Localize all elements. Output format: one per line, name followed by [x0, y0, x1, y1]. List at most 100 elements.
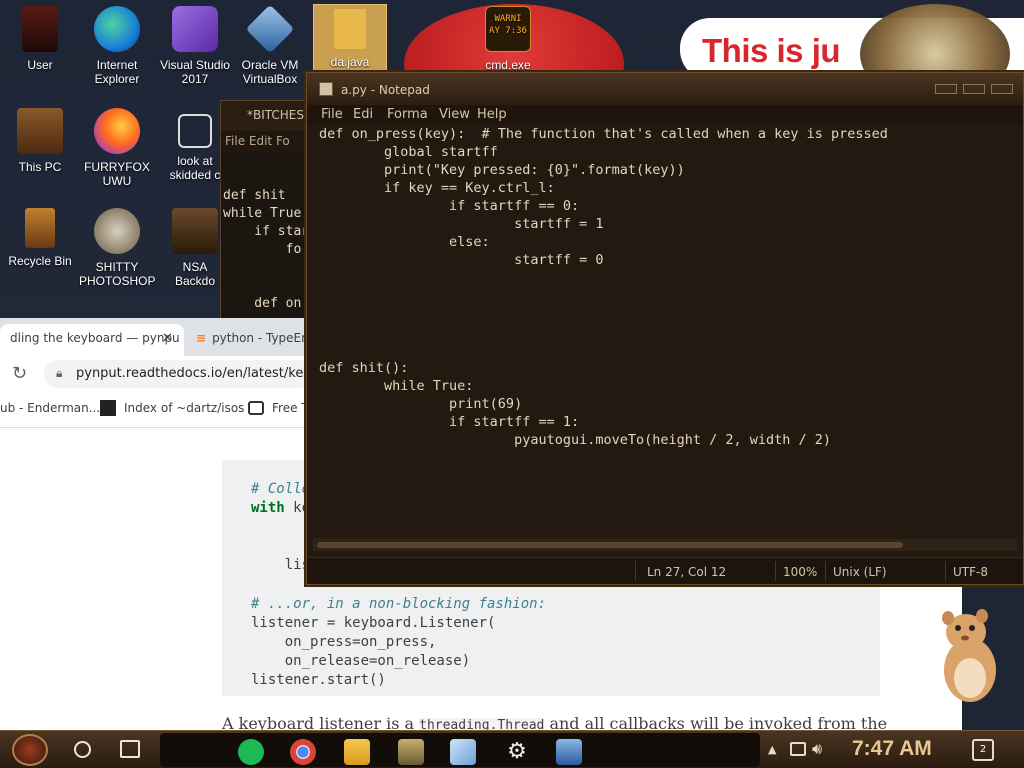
taskbar: ⚙ ▲ 🔊︎ 7:47 AM 2: [0, 730, 1024, 768]
desktop-icon-furryfox[interactable]: FURRYFOX UWU: [79, 108, 155, 188]
desktop-icon-label: Visual Studio 2017: [160, 58, 230, 86]
bookmark-favicon-icon: [100, 400, 116, 416]
status-zoom: 100%: [783, 565, 818, 579]
settings-icon[interactable]: ⚙: [504, 739, 530, 765]
taskbar-app-area: ⚙: [160, 733, 760, 767]
menu-help[interactable]: Help: [477, 107, 507, 122]
bookmark-favicon-icon: [248, 401, 264, 415]
desktop-icon-label: Oracle VM VirtualBox: [241, 58, 299, 86]
shortcut-copy-icon: [178, 114, 212, 148]
game-icon[interactable]: [398, 739, 424, 765]
status-cursor-position: Ln 27, Col 12: [647, 565, 727, 579]
background-notepad-menubar[interactable]: File Edit Fo: [221, 131, 319, 153]
menu-view[interactable]: View: [439, 107, 470, 122]
desktop-icon-user[interactable]: User: [2, 6, 78, 72]
code-comment-nonblocking: # ...or, in a non-blocking fashion:: [251, 595, 546, 614]
visual-studio-icon: [172, 6, 218, 52]
desktop-icon-label: User: [27, 58, 53, 72]
address-bar[interactable]: 🔒︎ pynput.readthedocs.io/en/latest/keyb: [44, 360, 314, 388]
menu-edit[interactable]: Edi: [353, 107, 373, 122]
desktop-icon-label: FURRYFOX UWU: [84, 160, 150, 188]
code-comment: # ...or, in a non-blocking fashion:: [251, 596, 547, 612]
maximize-button[interactable]: [963, 84, 985, 94]
computer-icon: [17, 108, 63, 154]
menu-file[interactable]: File: [321, 107, 343, 122]
notepad-menubar: File Edi Forma View Help: [307, 105, 1023, 125]
tray-chevron-icon[interactable]: ▲: [768, 743, 776, 756]
edge-icon: [94, 6, 140, 52]
firefox-icon: [94, 108, 140, 154]
desktop-icon-visual-studio[interactable]: Visual Studio 2017: [157, 6, 233, 86]
status-divider: [825, 561, 826, 581]
desktop-icon-label: Recycle Bin: [8, 254, 72, 268]
search-circle-icon[interactable]: [74, 741, 91, 758]
code-keyword-with: with: [251, 500, 285, 516]
close-button[interactable]: [991, 84, 1013, 94]
gimp-icon: [94, 208, 140, 254]
task-view-icon[interactable]: [120, 740, 140, 758]
cmd-icon: WARNI AY 7:36: [485, 6, 531, 52]
browser-tab-stackoverflow[interactable]: ≡ python - TypeErr: [186, 324, 306, 356]
horizontal-scrollbar[interactable]: [313, 539, 1017, 551]
minimize-button[interactable]: [935, 84, 957, 94]
notepad-app-icon: [319, 82, 333, 96]
status-divider: [635, 561, 636, 581]
code-with-line: with ke: [251, 499, 310, 518]
background-notepad-title: *BITCHES.p: [221, 101, 319, 131]
desktop-icon-virtualbox[interactable]: Oracle VM VirtualBox: [232, 4, 308, 86]
hamster-mascot-icon: [942, 609, 996, 702]
bookmark-item[interactable]: ub - Enderman...: [0, 401, 100, 415]
status-encoding: UTF-8: [953, 565, 988, 579]
notepad-icon[interactable]: [450, 739, 476, 765]
start-button[interactable]: [12, 734, 48, 766]
reload-icon[interactable]: ↻: [12, 363, 27, 384]
desktop-icon-cmd[interactable]: WARNI AY 7:36 cmd.exe: [470, 6, 546, 72]
tab-close-icon[interactable]: ✕: [162, 331, 173, 346]
tab-title: python - TypeErr: [212, 331, 306, 345]
notification-center-icon[interactable]: 2: [972, 739, 994, 761]
scrollbar-thumb[interactable]: [317, 542, 903, 548]
status-divider: [945, 561, 946, 581]
bookmark-item[interactable]: Index of ~dartz/isos: [124, 401, 244, 415]
desktop-icon-label: This PC: [18, 160, 62, 174]
notepad-window[interactable]: a.py - Notepad File Edi Forma View Help …: [306, 72, 1024, 585]
wallpaper-banner-text: This is ju: [702, 32, 841, 69]
taskbar-clock[interactable]: 7:47 AM: [852, 737, 932, 761]
chrome-icon[interactable]: [290, 739, 316, 765]
desktop-icon-da-java[interactable]: da.java: [313, 4, 387, 74]
nsa-app-icon: [172, 208, 218, 254]
tab-title: dling the keyboard — pynpu: [10, 331, 180, 345]
desktop-icon-label: cmd.exe: [485, 58, 531, 72]
user-icon: [22, 6, 58, 52]
file-explorer-icon[interactable]: [344, 739, 370, 765]
stackoverflow-icon: ≡: [196, 331, 207, 345]
spotify-icon[interactable]: [238, 739, 264, 765]
desktop-icon-shitty-photoshop[interactable]: SHITTY PHOTOSHOP: [79, 208, 155, 288]
code-comment-collect: # Colle: [251, 480, 310, 499]
status-divider: [775, 561, 776, 581]
notepad-statusbar: Ln 27, Col 12 100% Unix (LF) UTF-8: [307, 557, 1023, 584]
browser-tab-active[interactable]: dling the keyboard — pynpu: [0, 324, 184, 356]
bookmarks-bar: ub - Enderman... Index of ~dartz/isos Fr…: [0, 392, 312, 426]
browser-toolbar: ↻ 🔒︎ pynput.readthedocs.io/en/latest/key…: [0, 356, 314, 392]
code-listener-join: lis: [251, 557, 311, 573]
chrome-browser-window[interactable]: dling the keyboard — pynpu ✕ ≡ python - T…: [0, 318, 314, 428]
notepad-title: a.py - Notepad: [341, 83, 430, 97]
volume-icon[interactable]: 🔊︎: [812, 739, 822, 759]
desktop-icon-recycle-bin[interactable]: Recycle Bin: [2, 208, 78, 268]
desktop-icon-label: Internet Explorer: [94, 58, 140, 86]
menu-format[interactable]: Forma: [387, 107, 428, 122]
notepad-titlebar[interactable]: a.py - Notepad: [307, 73, 1023, 105]
status-line-ending: Unix (LF): [833, 565, 887, 579]
desktop-icon-this-pc[interactable]: This PC: [2, 108, 78, 174]
desktop-icon-label: SHITTY PHOTOSHOP: [79, 260, 156, 288]
remote-desktop-icon[interactable]: [556, 739, 582, 765]
desktop-icon-label: da.java: [330, 55, 370, 69]
notepad-text-area[interactable]: def on_press(key): # The function that's…: [307, 125, 1023, 537]
notepad-code: def on_press(key): # The function that's…: [319, 126, 888, 448]
virtualbox-icon: [245, 4, 295, 54]
java-file-icon: [334, 9, 366, 49]
background-notepad-window[interactable]: *BITCHES.p File Edit Fo def shit while T…: [220, 100, 320, 330]
desktop-icon-internet-explorer[interactable]: Internet Explorer: [79, 6, 155, 86]
network-icon[interactable]: [790, 742, 806, 756]
